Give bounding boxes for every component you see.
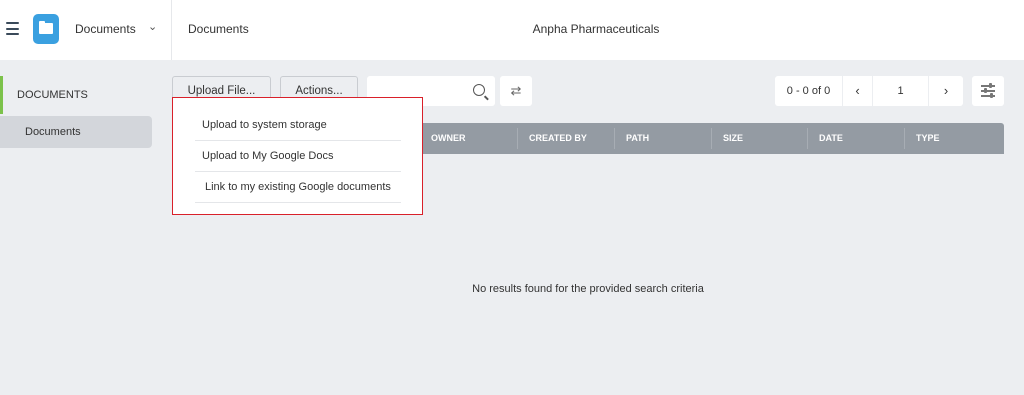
refresh-icon: ⇄	[510, 83, 522, 98]
company-name: Anpha Pharmaceuticals	[532, 22, 660, 36]
empty-results-message: No results found for the provided search…	[472, 283, 704, 295]
top-bar: Documents ⌄ Documents Anpha Pharmaceutic…	[0, 0, 1024, 60]
filter-settings-button[interactable]	[972, 76, 1004, 106]
column-header-type[interactable]: TYPE	[904, 123, 940, 154]
sidebar-item-documents[interactable]: Documents	[0, 116, 152, 148]
menu-item-link-google-documents[interactable]: Link to my existing Google documents	[195, 172, 401, 203]
column-header-path[interactable]: PATH	[614, 123, 649, 154]
previous-page-button[interactable]: ‹	[843, 76, 873, 106]
column-header-size[interactable]: SIZE	[711, 123, 743, 154]
page-number[interactable]: 1	[873, 76, 929, 106]
pagination: 0 - 0 of 0 ‹ 1 ›	[775, 76, 963, 106]
column-header-owner[interactable]: OWNER	[419, 123, 466, 154]
search-icon[interactable]	[473, 84, 485, 96]
menu-item-upload-google-docs[interactable]: Upload to My Google Docs	[195, 141, 401, 172]
next-page-button[interactable]: ›	[929, 76, 963, 106]
menu-item-upload-system-storage[interactable]: Upload to system storage	[195, 110, 401, 141]
result-range: 0 - 0 of 0	[775, 76, 843, 106]
refresh-button[interactable]: ⇄	[500, 76, 532, 106]
upload-dropdown-menu: Upload to system storage Upload to My Go…	[172, 97, 423, 215]
column-header-created-by[interactable]: CREATED BY	[517, 123, 587, 154]
sidebar: DOCUMENTS Documents	[0, 76, 152, 148]
sidebar-section-documents: DOCUMENTS	[0, 76, 152, 114]
column-header-date[interactable]: DATE	[807, 123, 843, 154]
